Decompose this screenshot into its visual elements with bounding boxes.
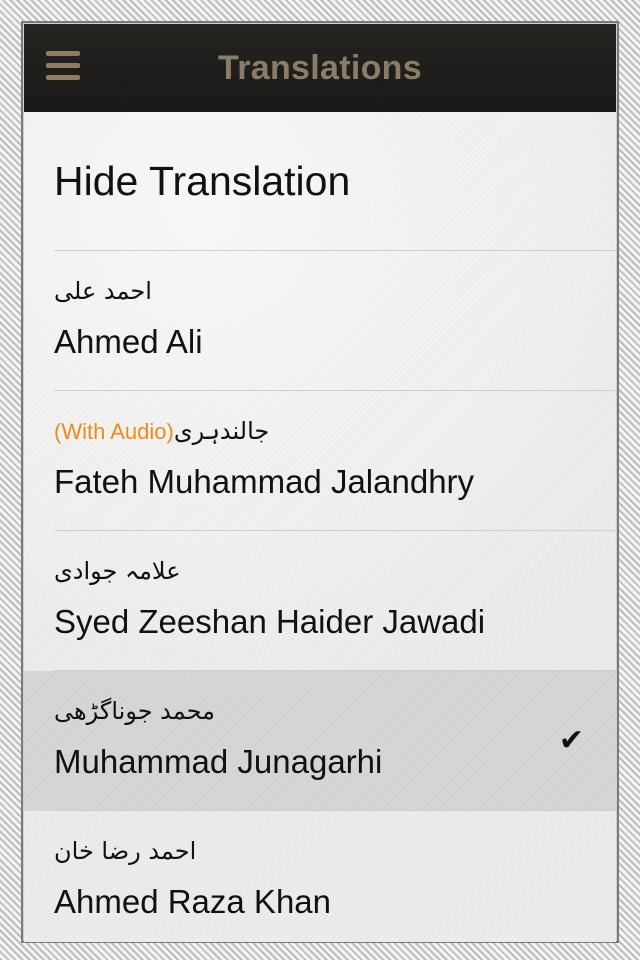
urdu-name: (With Audio)جالندہری [54,417,269,445]
translation-option-jawadi[interactable]: علامہ جوادی Syed Zeeshan Haider Jawadi [54,531,616,671]
translator-name: Ahmed Raza Khan [54,883,332,920]
urdu-name: علامہ جوادی [54,557,181,585]
translation-row-wrap-selected: محمد جوناگڑھی Muhammad Junagarhi ✔ [24,671,616,811]
urdu-name: احمد رضا خان [54,837,196,865]
urdu-text: جالندہری [173,417,270,445]
urdu-name: محمد جوناگڑھی [54,697,215,725]
translation-list: Hide Translation احمد علی Ahmed Ali (Wit… [24,112,616,942]
urdu-text: محمد جوناگڑھی [54,697,216,725]
with-audio-label: (With Audio) [54,419,174,444]
urdu-text: احمد علی [54,277,152,305]
translation-option-ahmed-ali[interactable]: احمد علی Ahmed Ali [54,251,616,391]
translation-row-wrap: احمد رضا خان Ahmed Raza Khan [24,811,616,942]
page-title: Translations [218,48,422,87]
urdu-text: علامہ جوادی [54,557,181,585]
hide-translation-label: Hide Translation [54,158,351,204]
translator-name: Fateh Muhammad Jalandhry [54,463,475,500]
hide-translation-option[interactable]: Hide Translation [54,112,616,251]
urdu-text: احمد رضا خان [54,837,197,865]
translation-option-junagarhi[interactable]: محمد جوناگڑھی Muhammad Junagarhi ✔ [54,671,616,811]
urdu-name: احمد علی [54,277,152,305]
translation-option-jalandhry[interactable]: (With Audio)جالندہری Fateh Muhammad Jala… [54,391,616,531]
hide-translation-row-wrap: Hide Translation [24,112,616,251]
translation-option-raza-khan[interactable]: احمد رضا خان Ahmed Raza Khan [54,811,616,942]
checkmark-icon: ✔ [558,723,584,758]
app-screen: Translations Hide Translation احمد علی A… [24,24,616,942]
translation-row-wrap: (With Audio)جالندہری Fateh Muhammad Jala… [24,391,616,531]
translator-name: Ahmed Ali [54,323,203,360]
translator-name: Syed Zeeshan Haider Jawadi [54,603,486,640]
navigation-bar: Translations [24,24,616,112]
hamburger-menu-icon[interactable] [46,51,82,85]
translator-name: Muhammad Junagarhi [54,743,383,780]
translation-row-wrap: علامہ جوادی Syed Zeeshan Haider Jawadi [24,531,616,671]
translation-row-wrap: احمد علی Ahmed Ali [24,251,616,391]
